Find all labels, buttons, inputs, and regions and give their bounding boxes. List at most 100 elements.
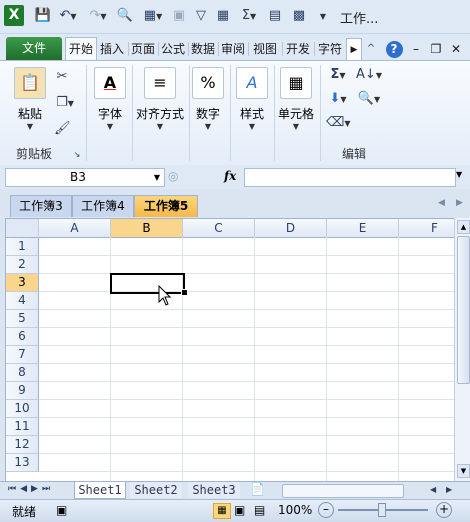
workbook-tab[interactable]: 工作簿4 <box>72 195 134 217</box>
cells-button[interactable]: ▦ 单元格 ▼ <box>276 67 316 131</box>
scroll-right-icon[interactable]: ▶ <box>446 485 452 494</box>
name-box[interactable]: B3 ▼ <box>5 168 165 187</box>
sheet-nav-icons[interactable]: ⏮◀▶⏭ <box>8 484 54 494</box>
zoom-slider-thumb[interactable] <box>378 503 386 517</box>
row-header[interactable]: 9 <box>6 382 39 400</box>
tab-scroll-right-icon[interactable]: ▶ <box>346 38 362 62</box>
formula-bar-collapse-icon[interactable]: ▼ <box>456 170 468 179</box>
row-header[interactable]: 5 <box>6 310 39 328</box>
scroll-thumb[interactable] <box>457 236 470 384</box>
tab-characters[interactable]: 字符 <box>316 38 344 60</box>
window-close-icon[interactable]: ✕ <box>448 38 464 60</box>
print-preview-icon[interactable]: 🔍 <box>116 7 134 25</box>
macro-record-icon[interactable]: ▣ <box>56 503 67 517</box>
filter-icon[interactable]: ▽ <box>192 7 210 25</box>
workbook-tab-active[interactable]: 工作簿5 <box>134 195 198 217</box>
align-icon[interactable]: ▤ <box>266 7 284 25</box>
paste-button[interactable]: 📋 粘贴 ▼ <box>12 67 48 131</box>
tab-formulas[interactable]: 公式 <box>160 38 186 60</box>
scroll-up-icon[interactable]: ▲ <box>457 220 470 234</box>
save-icon[interactable]: 💾 <box>34 7 52 25</box>
tab-developer[interactable]: 开发 <box>284 38 312 60</box>
column-header[interactable]: E <box>327 219 399 238</box>
tab-review[interactable]: 审阅 <box>220 38 246 60</box>
tab-data[interactable]: 数据 <box>190 38 216 60</box>
page-break-view-icon[interactable]: ▤ <box>254 503 265 517</box>
row-header[interactable]: 6 <box>6 328 39 346</box>
column-header[interactable]: F <box>399 219 454 238</box>
sheet-tab[interactable]: Sheet2 <box>130 482 182 498</box>
column-header[interactable]: A <box>39 219 111 238</box>
window-restore-icon[interactable]: ❐ <box>428 38 444 60</box>
row-header[interactable]: 10 <box>6 400 39 418</box>
tab-page[interactable]: 页面 <box>130 38 156 60</box>
normal-view-icon[interactable]: ▦ <box>213 503 231 519</box>
scroll-down-icon[interactable]: ▼ <box>457 464 470 478</box>
workbook-tab-right-icon[interactable]: ▶ <box>456 198 463 208</box>
paste-icon: 📋 <box>14 67 46 99</box>
page-layout-view-icon[interactable]: ▣ <box>234 503 245 517</box>
autosum-button-icon[interactable]: Σ▼ <box>326 67 350 83</box>
scroll-left-icon[interactable]: ◀ <box>430 485 436 494</box>
excel-app-icon[interactable]: X <box>4 5 24 26</box>
row-header[interactable]: 12 <box>6 436 39 454</box>
styles-button[interactable]: A 样式 ▼ <box>234 67 270 131</box>
zoom-in-icon[interactable]: + <box>436 502 452 518</box>
autosum-icon[interactable]: Σ▼ <box>236 7 262 25</box>
tab-insert[interactable]: 插入 <box>98 38 126 60</box>
row-header[interactable]: 1 <box>6 238 39 256</box>
tab-file[interactable]: 文件 <box>6 37 62 60</box>
select-all-corner[interactable] <box>6 219 39 238</box>
row-header[interactable]: 13 <box>6 454 39 472</box>
column-header-selected[interactable]: B <box>111 219 183 238</box>
zoom-level[interactable]: 100% <box>278 503 312 517</box>
clear-icon[interactable]: ⌫▼ <box>326 115 351 131</box>
borders-icon[interactable]: ▦ <box>214 7 232 25</box>
insert-function-icon[interactable]: fx <box>224 168 242 185</box>
window-minimize-icon[interactable]: – <box>408 38 424 60</box>
name-box-dropdown-icon[interactable]: ▼ <box>154 169 160 186</box>
clipboard-launcher-icon[interactable]: ↘ <box>72 147 82 163</box>
column-header[interactable]: C <box>183 219 255 238</box>
format-painter-icon[interactable]: 🖌 <box>54 121 71 137</box>
vertical-scrollbar[interactable]: ▲ ▼ <box>454 218 470 482</box>
help-icon[interactable]: ? <box>384 38 404 60</box>
redo-icon[interactable]: ↷▼ <box>86 7 110 25</box>
fill-icon[interactable]: ⬇▼ <box>326 91 350 107</box>
find-select-icon[interactable]: 🔍▼ <box>356 91 382 107</box>
workbook-tab-left-icon[interactable]: ◀ <box>438 198 445 208</box>
minimize-ribbon-icon[interactable]: ^ <box>364 38 378 60</box>
insert-sheet-icon[interactable]: 📄 <box>250 482 265 496</box>
row-header[interactable]: 4 <box>6 292 39 310</box>
alignment-button[interactable]: ≡ 对齐方式 ▼ <box>134 67 186 131</box>
sheet-tab-active[interactable]: Sheet1 <box>74 482 126 499</box>
tab-home[interactable]: 开始 <box>65 37 97 61</box>
undo-icon[interactable]: ↶▼ <box>56 7 80 25</box>
row-header[interactable]: 8 <box>6 364 39 382</box>
sort-filter-icon[interactable]: A↓▼ <box>356 67 382 83</box>
row-header[interactable]: 7 <box>6 346 39 364</box>
number-button[interactable]: % 数字 ▼ <box>190 67 226 131</box>
customize-qat-icon[interactable]: ▼ <box>316 7 330 25</box>
column-header[interactable]: D <box>255 219 327 238</box>
form-icon[interactable]: ▩ <box>290 7 308 25</box>
cut-icon[interactable]: ✂ <box>54 69 70 85</box>
copy-icon[interactable]: ❐▼ <box>54 95 76 111</box>
row-header-selected[interactable]: 3 <box>6 274 39 292</box>
spreadsheet-grid[interactable]: A B C D E F 1 2 3 4 5 6 7 8 9 10 11 12 1… <box>5 218 455 482</box>
font-button[interactable]: A 字体 ▼ <box>92 67 128 131</box>
tab-view[interactable]: 视图 <box>250 38 280 60</box>
row-header[interactable]: 2 <box>6 256 39 274</box>
zoom-out-icon[interactable]: – <box>318 502 334 518</box>
workbook-tab[interactable]: 工作簿3 <box>10 195 72 217</box>
formula-input[interactable] <box>244 168 456 187</box>
camera-icon[interactable]: ▣ <box>170 7 188 25</box>
styles-dropdown-icon: ▼ <box>248 122 256 131</box>
format-icon[interactable]: ▦▼ <box>140 7 166 25</box>
fill-handle[interactable] <box>181 289 188 296</box>
sheet-tab[interactable]: Sheet3 <box>188 482 240 498</box>
paste-dropdown-icon[interactable]: ▼ <box>12 122 48 131</box>
formula-bar-expand-icon[interactable]: ◎ <box>168 168 182 185</box>
horizontal-scrollbar[interactable] <box>282 484 404 498</box>
row-header[interactable]: 11 <box>6 418 39 436</box>
